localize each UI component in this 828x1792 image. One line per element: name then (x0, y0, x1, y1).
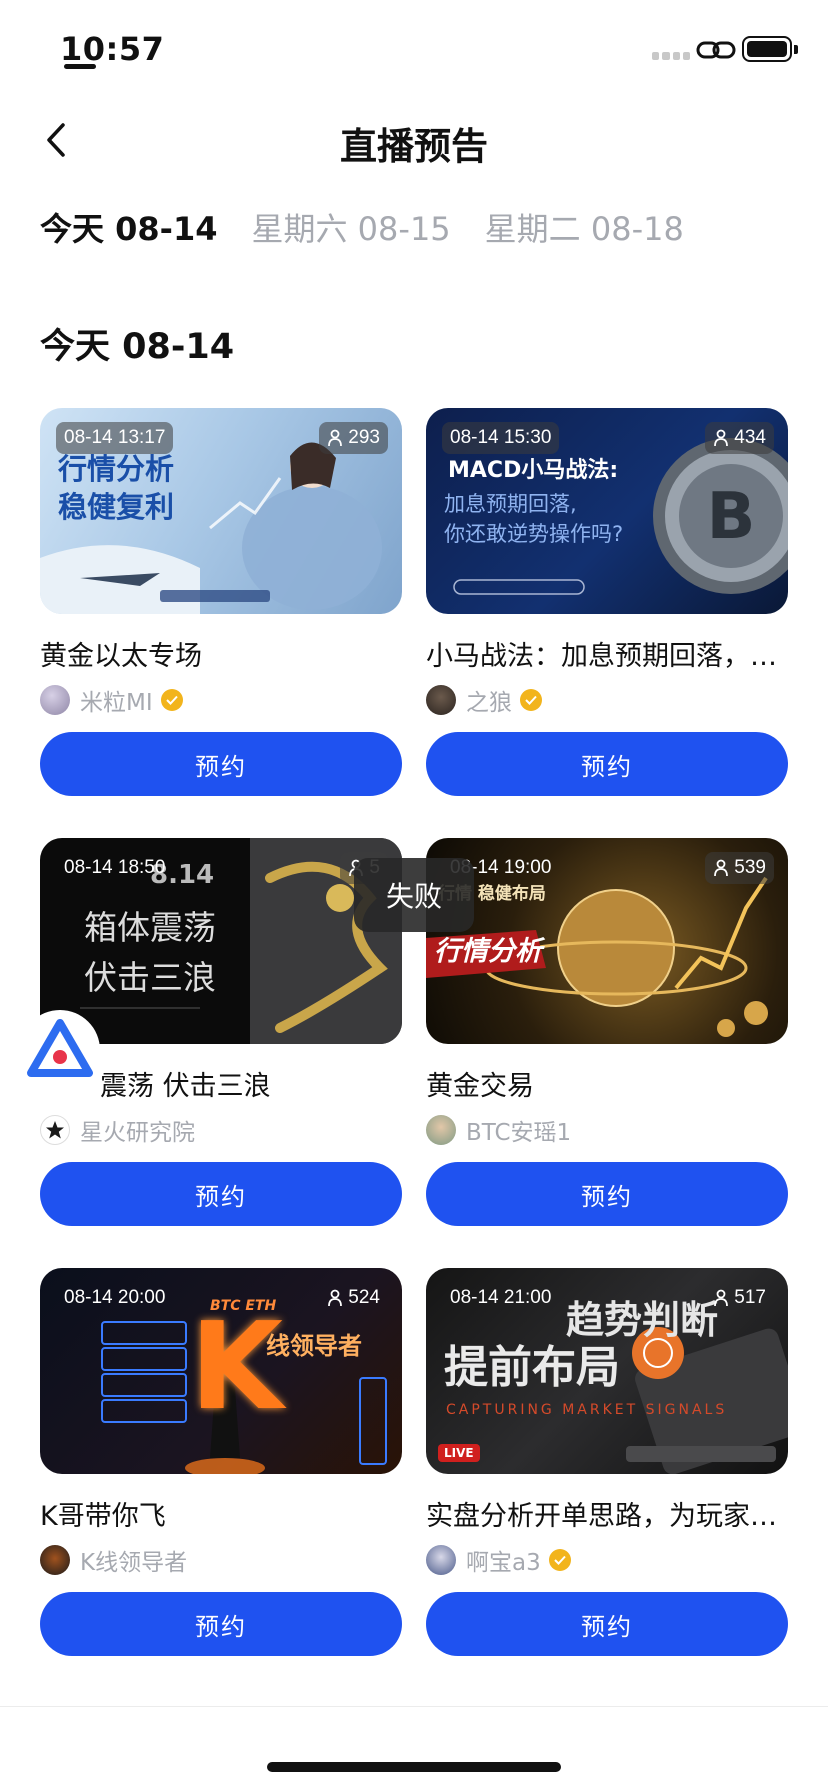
thumbnail-headline: 线领导者 (266, 1332, 362, 1360)
avatar (40, 685, 70, 715)
avatar (40, 1545, 70, 1575)
verified-icon (160, 689, 183, 711)
reserve-button[interactable]: 预约 (40, 1592, 402, 1656)
live-badge: LIVE (438, 1444, 480, 1462)
verified-icon (520, 689, 542, 711)
card-thumbnail[interactable]: 行情分析 稳健复利 08-14 13:17 293 (40, 408, 402, 614)
thumbnail-headline: 箱体震荡 (84, 908, 216, 947)
thumbnail-headline: K (190, 1298, 283, 1437)
broadcast-grid: 行情分析 稳健复利 08-14 13:17 293 黄金以太专场 米粒MI 预约 (40, 408, 788, 1656)
author-row[interactable]: BTC安瑶1 (426, 1114, 788, 1146)
viewer-count-badge: 517 (705, 1282, 774, 1314)
tab-today[interactable]: 今天 08-14 (40, 204, 218, 264)
avatar (426, 1115, 456, 1145)
nav-bar: 直播预告 (0, 100, 828, 180)
signal-icon (652, 52, 690, 60)
author-row[interactable]: K线领导者 (40, 1544, 402, 1576)
avatar (426, 1545, 456, 1575)
live-badge-label: LIVE (444, 1446, 474, 1460)
viewer-count: 524 (348, 1287, 380, 1308)
card-title[interactable]: K哥带你飞 (40, 1494, 402, 1530)
author-name: 星火研究院 (80, 1120, 195, 1146)
broadcast-card: 趋势判断 提前布局 CAPTURING MARKET SIGNALS LIVE … (426, 1268, 788, 1656)
reserve-button[interactable]: 预约 (426, 1162, 788, 1226)
start-time-badge: 08-14 18:50 (64, 857, 166, 878)
svg-text:B: B (707, 480, 756, 554)
thumbnail-headline: 伏击三浪 (84, 958, 216, 997)
person-icon (714, 859, 729, 877)
reserve-button[interactable]: 预约 (426, 732, 788, 796)
card-title[interactable]: 实盘分析开单思路，为玩家保驾护航 (426, 1494, 788, 1530)
home-indicator (267, 1762, 561, 1772)
author-name: K线领导者 (80, 1550, 188, 1576)
start-time-badge: 08-14 13:17 (56, 422, 174, 454)
thumbnail-headline: MACD小马战法: (448, 458, 619, 483)
status-time: 10:57 (60, 30, 165, 68)
viewer-count: 517 (734, 1287, 766, 1308)
author-name: 米粒MI (80, 690, 153, 716)
reserve-button[interactable]: 预约 (40, 732, 402, 796)
card-thumbnail[interactable]: 8.14 箱体震荡 伏击三浪 08-14 18:50 5 (40, 838, 402, 1044)
viewer-count: 434 (734, 427, 766, 448)
viewer-count-badge: 539 (705, 852, 774, 884)
start-time-badge: 08-14 21:00 (450, 1287, 552, 1308)
bottom-divider (0, 1706, 828, 1707)
person-icon (328, 1289, 343, 1307)
verified-icon (548, 1549, 571, 1571)
author-name: 啊宝a3 (466, 1550, 541, 1576)
broadcast-card: B MACD小马战法: 加息预期回落, 你还敢逆势操作吗? 08-14 15:3… (426, 408, 788, 796)
card-thumbnail[interactable]: 趋势判断 提前布局 CAPTURING MARKET SIGNALS LIVE … (426, 1268, 788, 1474)
reserve-button[interactable]: 预约 (40, 1162, 402, 1226)
card-thumbnail[interactable]: 行情 稳健布局 行情分析 08-14 19:00 539 (426, 838, 788, 1044)
viewer-count: 539 (734, 857, 766, 878)
thumbnail-headline: 行情分析 (58, 452, 175, 486)
viewer-count: 293 (348, 427, 380, 448)
link-icon (696, 41, 736, 59)
thumbnail-headline: 加息预期回落, (444, 492, 577, 516)
thumbnail-headline: CAPTURING MARKET SIGNALS (446, 1402, 728, 1418)
toast-message: 失败 (354, 858, 474, 932)
person-icon (328, 429, 343, 447)
author-row[interactable]: 米粒MI (40, 684, 402, 716)
tab-saturday[interactable]: 星期六 08-15 (252, 204, 451, 264)
section-title: 今天 08-14 (40, 327, 235, 367)
viewer-count-badge: 293 (319, 422, 388, 454)
viewer-count-badge: 524 (319, 1282, 388, 1314)
author-row[interactable]: 之狼 (426, 684, 788, 716)
start-time-badge: 08-14 15:30 (442, 422, 560, 454)
thumbnail-headline: 你还敢逆势操作吗? (444, 522, 624, 546)
status-bar: 10:57 (0, 0, 828, 100)
broadcast-card: 行情分析 稳健复利 08-14 13:17 293 黄金以太专场 米粒MI 预约 (40, 408, 402, 796)
reserve-button[interactable]: 预约 (426, 1592, 788, 1656)
thumbnail-headline: 提前布局 (444, 1342, 620, 1393)
card-thumbnail[interactable]: K 线领导者 BTC ETH 08-14 20:00 524 (40, 1268, 402, 1474)
date-tabs: 今天 08-14 星期六 08-15 星期二 08-18 (40, 204, 684, 264)
page-title: 直播预告 (340, 125, 488, 168)
person-icon (714, 1289, 729, 1307)
assistant-logo-icon (27, 1019, 93, 1077)
card-title[interactable]: 小马战法：加息预期回落，你还敢逆势操作吗？ (426, 634, 788, 670)
author-name: BTC安瑶1 (466, 1120, 572, 1146)
card-title[interactable]: 黄金交易 (426, 1064, 788, 1100)
card-title[interactable]: 黄金以太专场 (40, 634, 402, 670)
avatar (426, 685, 456, 715)
author-name: 之狼 (466, 690, 512, 716)
floating-assistant-button[interactable] (20, 1010, 100, 1090)
broadcast-card: 行情 稳健布局 行情分析 08-14 19:00 539 黄金交易 BTC安瑶1… (426, 838, 788, 1226)
battery-icon (742, 36, 798, 62)
thumbnail-headline: 稳健复利 (58, 490, 175, 524)
thumbnail-headline: 行情分析 (434, 936, 542, 967)
active-tab-indicator (64, 64, 96, 69)
thumbnail-headline: 趋势判断 (566, 1298, 719, 1342)
avatar (40, 1115, 70, 1145)
card-thumbnail[interactable]: B MACD小马战法: 加息预期回落, 你还敢逆势操作吗? 08-14 15:3… (426, 408, 788, 614)
broadcast-card: K 线领导者 BTC ETH 08-14 20:00 524 K哥带你飞 K线领… (40, 1268, 402, 1656)
viewer-count-badge: 434 (705, 422, 774, 454)
thumbnail-headline: BTC ETH (210, 1298, 277, 1314)
person-icon (714, 429, 729, 447)
start-time-badge: 08-14 20:00 (64, 1287, 166, 1308)
author-row[interactable]: 星火研究院 (40, 1114, 402, 1146)
tab-tuesday[interactable]: 星期二 08-18 (485, 204, 684, 264)
author-row[interactable]: 啊宝a3 (426, 1544, 788, 1576)
